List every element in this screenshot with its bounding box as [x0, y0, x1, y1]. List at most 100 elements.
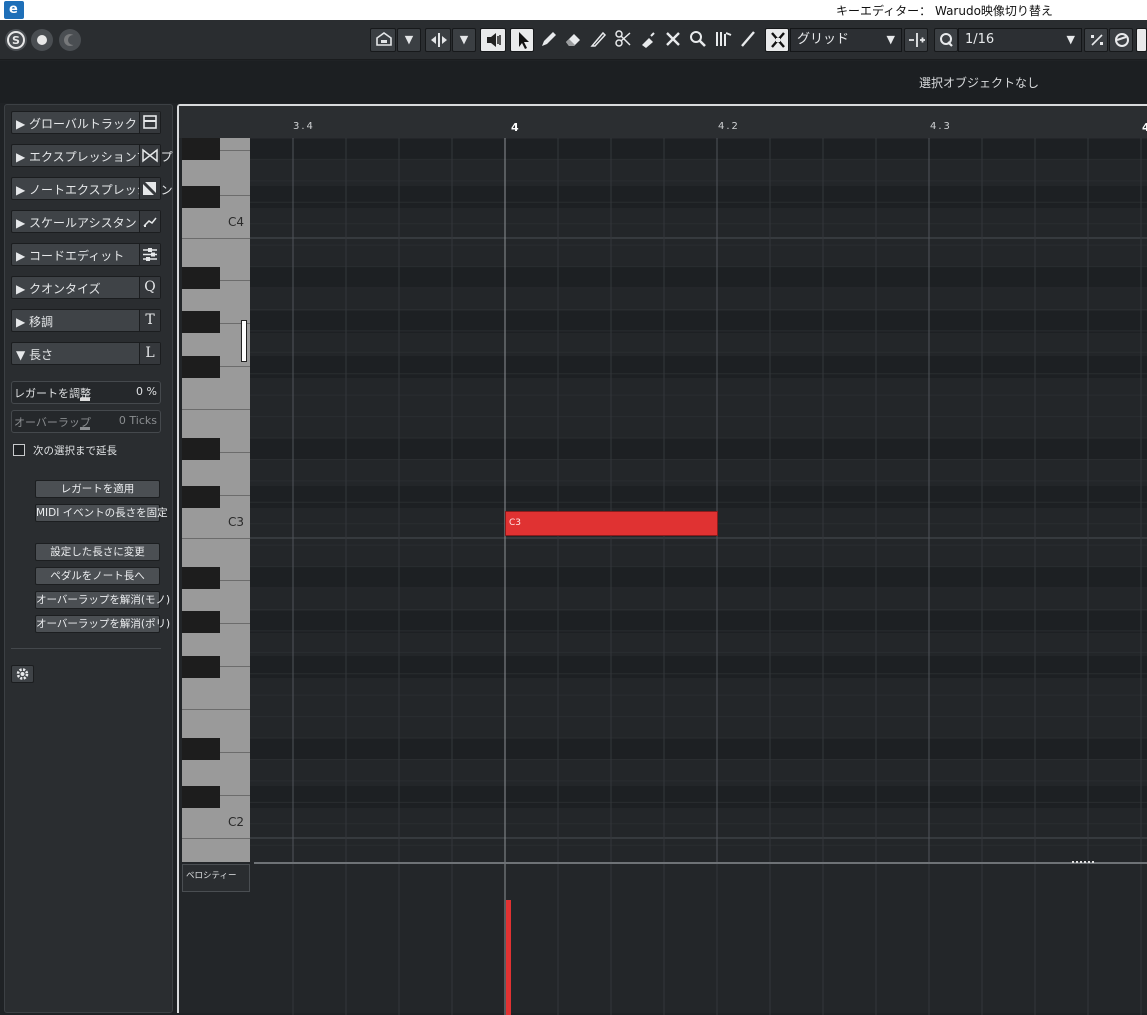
- velocity-lane[interactable]: [179, 864, 1147, 1015]
- black-key[interactable]: [182, 567, 220, 589]
- erase-tool-button[interactable]: [561, 28, 585, 52]
- fixed-length-button[interactable]: MIDI イベントの長さを固定: [35, 504, 168, 522]
- black-key-row: [250, 567, 1147, 589]
- inspector-section-note-expression[interactable]: ▶ ノートエクスプレッション: [11, 177, 173, 200]
- scale-arrow-icon[interactable]: [139, 211, 160, 232]
- legato-field[interactable]: レガートを調整 0 %: [11, 381, 161, 404]
- inspector-section-global-tracks[interactable]: ▶ グローバルトラック: [11, 111, 161, 134]
- black-key-row: [250, 267, 1147, 289]
- black-key[interactable]: [182, 356, 220, 378]
- glue-tube-icon: [642, 32, 655, 48]
- overlap-field[interactable]: オーバーラップ 0 Ticks: [11, 410, 161, 433]
- zoom-tool-button[interactable]: [686, 28, 710, 52]
- split-tool-button[interactable]: [611, 28, 635, 52]
- midi-note[interactable]: C3: [505, 511, 718, 536]
- black-key[interactable]: [182, 311, 220, 333]
- glue-tool-button[interactable]: [636, 28, 660, 52]
- letter-l-icon[interactable]: L: [139, 343, 160, 364]
- speaker-icon: [487, 33, 501, 47]
- black-key[interactable]: [182, 611, 220, 633]
- scissors-icon: [615, 30, 631, 47]
- legato-slider-handle[interactable]: [80, 398, 90, 401]
- extend-to-next-checkbox[interactable]: [13, 444, 25, 456]
- chevron-down-icon: ▼: [1066, 33, 1075, 46]
- letter-t-icon[interactable]: T: [139, 310, 160, 331]
- delete-overlaps-poly-button[interactable]: オーバーラップを解消(ポリ): [35, 615, 170, 633]
- snap-type-value: グリッド: [797, 32, 850, 47]
- black-key[interactable]: [182, 486, 220, 508]
- key-editor-event-display[interactable]: 3.4 4 4.2 4.3 4 C4 C3 C2 C3 ベロシティー: [177, 104, 1147, 1015]
- cubase-logo-icon[interactable]: e: [4, 1, 24, 19]
- record-dot-icon: [37, 35, 47, 45]
- black-key[interactable]: [182, 138, 220, 160]
- black-key[interactable]: [182, 267, 220, 289]
- record-button[interactable]: [31, 29, 53, 51]
- chord-sliders-icon[interactable]: [139, 244, 160, 265]
- black-key[interactable]: [182, 186, 220, 208]
- snap-live-input-button[interactable]: [904, 28, 928, 52]
- select-tool-button[interactable]: [510, 28, 534, 52]
- note-grid[interactable]: [250, 138, 1147, 862]
- velocity-lane-header[interactable]: ベロシティー: [182, 864, 250, 892]
- snap-type-select[interactable]: グリッド ▼: [790, 28, 902, 52]
- info-line: 選択オブジェクトなし: [0, 61, 1147, 103]
- diagonal-square-icon[interactable]: [139, 178, 160, 199]
- eraser-icon: [566, 34, 580, 46]
- inspector-section-label: ▶ グローバルトラック: [16, 117, 137, 131]
- inspector-section-length[interactable]: ▼ 長さ L: [11, 342, 161, 365]
- velocity-dropdown[interactable]: ▼: [452, 28, 476, 52]
- velocity-bar[interactable]: [506, 900, 511, 1015]
- black-key-row: [250, 611, 1147, 633]
- quantize-type-button[interactable]: [1084, 28, 1108, 52]
- octave-label: C3: [227, 515, 244, 529]
- quantize-preset-select[interactable]: 1/16 ▼: [958, 28, 1082, 52]
- inspector-settings-button[interactable]: [11, 665, 34, 683]
- inspector-section-transpose[interactable]: ▶ 移調 T: [11, 309, 161, 332]
- set-length-button[interactable]: 設定した長さに変更: [35, 543, 160, 561]
- pedal-to-note-button[interactable]: ペダルをノート長へ: [35, 567, 160, 585]
- acoustic-feedback-button[interactable]: [480, 28, 506, 52]
- draw-tool-button[interactable]: [536, 28, 560, 52]
- insert-velocity-button[interactable]: [425, 28, 451, 52]
- fraction-icon: [1091, 34, 1103, 46]
- black-key[interactable]: [182, 656, 220, 678]
- mute-tool-button[interactable]: [661, 28, 685, 52]
- selection-status-text: 選択オブジェクトなし: [919, 76, 1040, 90]
- ruler[interactable]: 3.4 4 4.2 4.3 4: [179, 106, 1147, 138]
- quantize-button[interactable]: [934, 28, 958, 52]
- black-key[interactable]: [182, 786, 220, 808]
- drumstick-tool-button[interactable]: [736, 28, 760, 52]
- solo-button[interactable]: S: [5, 29, 27, 51]
- black-key-row: [250, 311, 1147, 333]
- grid-lines: [250, 138, 1147, 862]
- overlap-slider-handle[interactable]: [80, 427, 90, 430]
- inspector-section-expression-map[interactable]: ▶ エクスプレッションマップ: [11, 144, 173, 167]
- track-panel-icon[interactable]: [139, 112, 160, 133]
- ruler-tick-label: 4.3: [930, 121, 952, 132]
- trim-tool-button[interactable]: [586, 28, 610, 52]
- snap-toggle-button[interactable]: [765, 28, 789, 52]
- line-tool-button[interactable]: [711, 28, 735, 52]
- toolbar-overflow-button[interactable]: [1136, 28, 1147, 52]
- black-key[interactable]: [182, 438, 220, 460]
- black-key-row: [250, 138, 1147, 160]
- inspector-section-scale-assistant[interactable]: ▶ スケールアシスタント: [11, 210, 161, 233]
- piano-keyboard[interactable]: C4 C3 C2: [182, 138, 250, 862]
- ramp-bars-icon: [716, 32, 732, 46]
- black-key[interactable]: [182, 738, 220, 760]
- apply-legato-button[interactable]: レガートを適用: [35, 480, 160, 498]
- solo-s-icon: S: [7, 31, 25, 49]
- inspector-section-quantize[interactable]: ▶ クオンタイズ Q: [11, 276, 161, 299]
- track-settings-button[interactable]: [370, 28, 396, 52]
- letter-q-icon[interactable]: Q: [139, 277, 160, 298]
- black-key-row: [250, 186, 1147, 208]
- black-key-row: [250, 738, 1147, 760]
- inspector-divider: [11, 648, 161, 649]
- delete-overlaps-mono-button[interactable]: オーバーラップを解消(モノ): [35, 591, 170, 609]
- iterative-quantize-button[interactable]: [1109, 28, 1133, 52]
- octave-label: C2: [227, 815, 244, 829]
- inspector-section-chord-editing[interactable]: ▶ コードエディット: [11, 243, 161, 266]
- auto-scroll-button[interactable]: [59, 29, 81, 51]
- bowtie-icon[interactable]: [139, 145, 160, 166]
- track-settings-dropdown[interactable]: ▼: [397, 28, 421, 52]
